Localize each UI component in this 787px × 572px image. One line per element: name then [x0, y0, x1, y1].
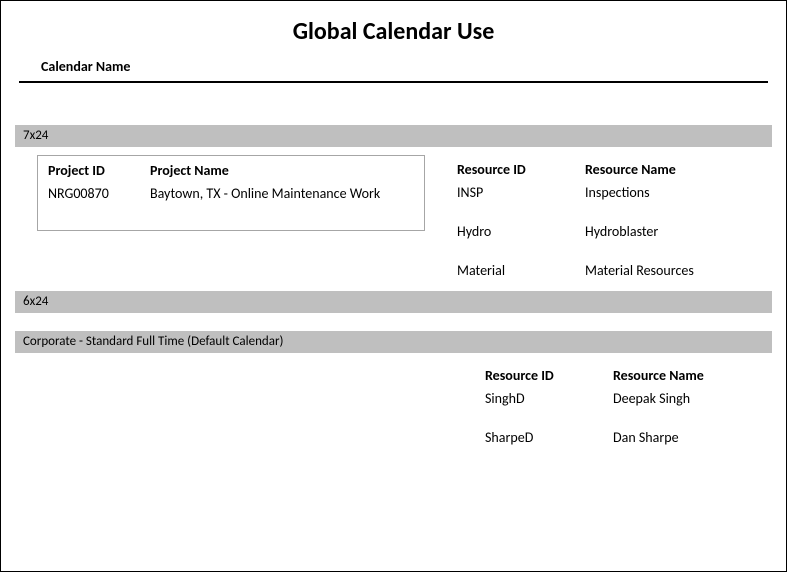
table-row: Material Material Resources — [457, 262, 762, 279]
section-header-calendar-name: Calendar Name — [19, 52, 768, 83]
col-header-project-id: Project ID — [48, 162, 150, 179]
calendar-detail-row: Project ID Project Name NRG00870 Baytown… — [37, 155, 772, 283]
spacer — [37, 361, 453, 450]
report-page: Global Calendar Use Calendar Name 7x24 P… — [0, 0, 787, 572]
projects-table: Project ID Project Name NRG00870 Baytown… — [37, 155, 425, 231]
cell-resource-name: Dan Sharpe — [613, 429, 762, 446]
spacer — [15, 321, 772, 331]
table-row: Hydro Hydroblaster — [457, 223, 762, 240]
col-header-resource-id: Resource ID — [457, 161, 585, 178]
cell-resource-id: Material — [457, 262, 585, 279]
table-header-row: Resource ID Resource Name — [485, 367, 762, 384]
cell-resource-id: SinghD — [485, 390, 613, 407]
col-header-resource-name: Resource Name — [585, 161, 762, 178]
col-header-project-name: Project Name — [150, 162, 414, 179]
cell-resource-name: Inspections — [585, 184, 762, 201]
cell-project-id: NRG00870 — [48, 185, 150, 202]
calendar-band: Corporate - Standard Full Time (Default … — [15, 331, 772, 353]
page-title: Global Calendar Use — [1, 1, 786, 52]
table-row: NRG00870 Baytown, TX - Online Maintenanc… — [48, 185, 414, 202]
table-header-row: Project ID Project Name — [48, 162, 414, 179]
calendar-detail-row: Resource ID Resource Name SinghD Deepak … — [37, 361, 772, 450]
col-header-resource-id: Resource ID — [485, 367, 613, 384]
cell-project-name: Baytown, TX - Online Maintenance Work — [150, 185, 414, 202]
cell-resource-name: Hydroblaster — [585, 223, 762, 240]
calendar-band: 7x24 — [15, 125, 772, 147]
cell-resource-id: SharpeD — [485, 429, 613, 446]
cell-resource-id: Hydro — [457, 223, 585, 240]
report-body: 7x24 Project ID Project Name NRG00870 Ba… — [1, 83, 786, 450]
resources-table: Resource ID Resource Name SinghD Deepak … — [453, 361, 772, 450]
table-row: SharpeD Dan Sharpe — [485, 429, 762, 446]
cell-resource-name: Material Resources — [585, 262, 762, 279]
table-row: INSP Inspections — [457, 184, 762, 201]
cell-resource-name: Deepak Singh — [613, 390, 762, 407]
calendar-band: 6x24 — [15, 291, 772, 313]
cell-resource-id: INSP — [457, 184, 585, 201]
col-header-resource-name: Resource Name — [613, 367, 762, 384]
table-header-row: Resource ID Resource Name — [457, 161, 762, 178]
resources-table: Resource ID Resource Name INSP Inspectio… — [453, 155, 772, 283]
table-row: SinghD Deepak Singh — [485, 390, 762, 407]
